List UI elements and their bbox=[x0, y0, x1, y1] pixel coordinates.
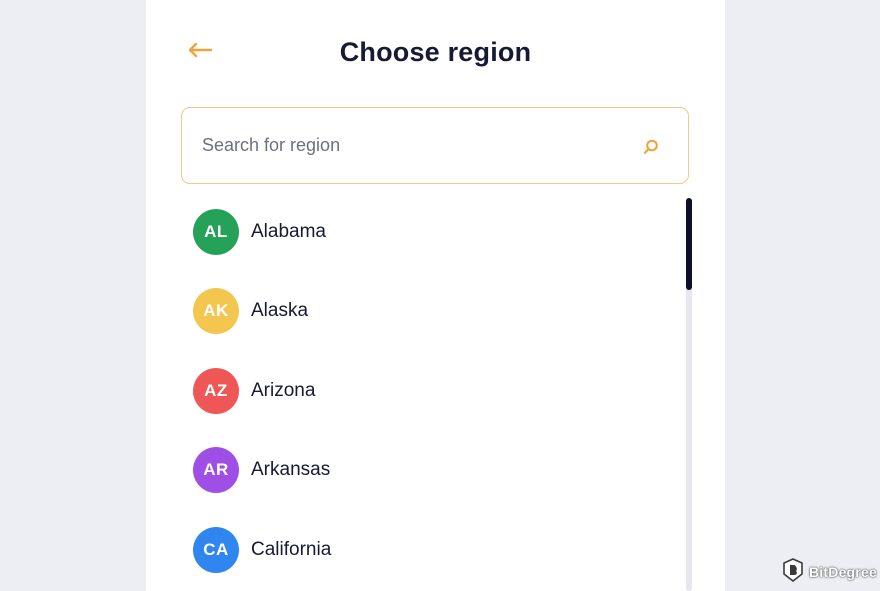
region-avatar: AK bbox=[193, 288, 239, 335]
region-name: California bbox=[251, 538, 332, 560]
region-name: Arizona bbox=[251, 379, 316, 401]
scrollbar-thumb[interactable] bbox=[686, 198, 692, 290]
bitdegree-logo-icon bbox=[782, 557, 804, 587]
watermark: BitDegree bbox=[782, 557, 877, 587]
scrollbar-track[interactable] bbox=[686, 198, 692, 591]
region-name: Alaska bbox=[251, 300, 309, 322]
region-item[interactable]: AL Alabama bbox=[181, 193, 671, 272]
region-avatar: AZ bbox=[193, 367, 239, 414]
region-item[interactable]: AK Alaska bbox=[181, 272, 671, 351]
region-list: AL Alabama AK Alaska AZ Arizona AR Arkansas CA Ca… bbox=[181, 193, 681, 591]
region-name: Arkansas bbox=[251, 459, 331, 481]
region-avatar: AL bbox=[193, 209, 239, 255]
watermark-text: BitDegree bbox=[809, 564, 877, 580]
region-item[interactable]: AR Arkansas bbox=[181, 431, 671, 510]
region-item[interactable]: CA California bbox=[181, 511, 671, 590]
search-icon[interactable] bbox=[642, 138, 660, 156]
region-item[interactable]: AZ Arizona bbox=[181, 352, 671, 431]
region-avatar: AR bbox=[193, 447, 239, 494]
search-input[interactable] bbox=[202, 108, 622, 182]
page-title: Choose region bbox=[339, 37, 532, 67]
search-box bbox=[181, 107, 689, 184]
region-name: Alabama bbox=[251, 221, 326, 242]
region-avatar: CA bbox=[193, 526, 239, 573]
